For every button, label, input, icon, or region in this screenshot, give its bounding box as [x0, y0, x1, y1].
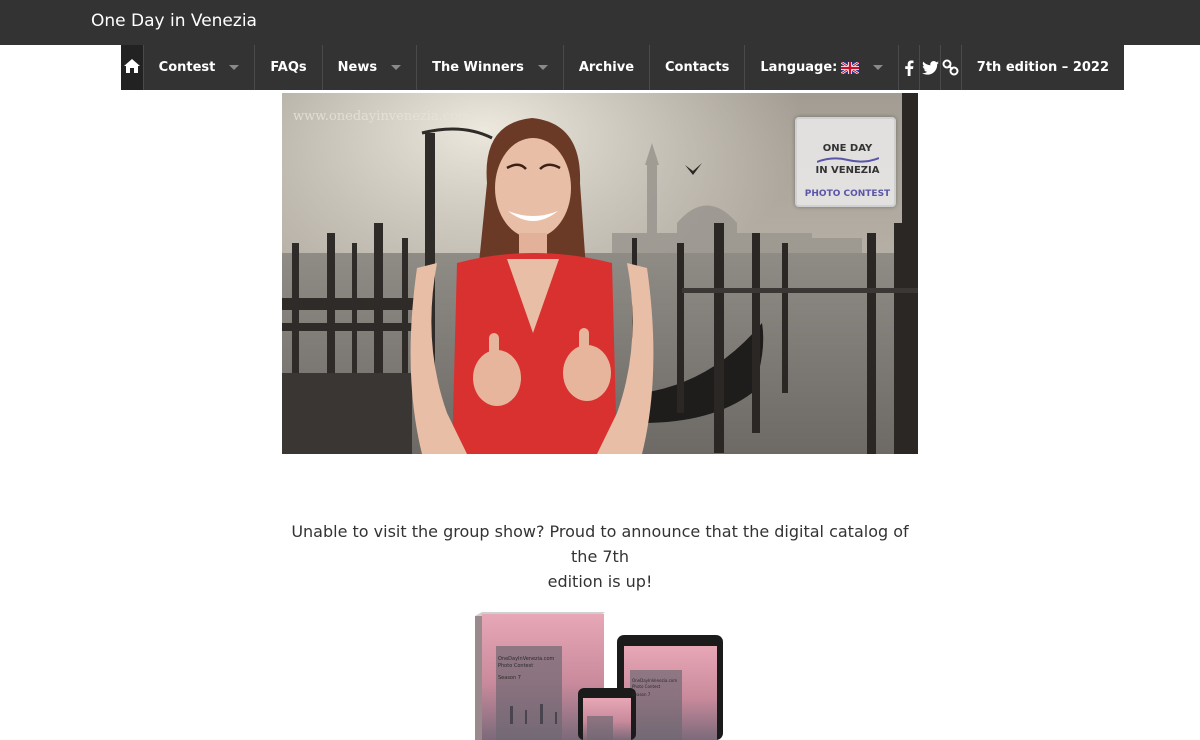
- tablet-title-line-1: OneDayInVenezia.com: [632, 678, 678, 683]
- uk-flag-icon: [840, 60, 861, 75]
- nav-item-news[interactable]: News: [323, 45, 418, 90]
- book-title-line-2: Photo Contest: [498, 663, 534, 669]
- logo-wave-icon: [817, 157, 879, 163]
- nav-item-edition[interactable]: 7th edition – 2022: [962, 45, 1124, 90]
- chevron-down-icon: [537, 65, 548, 70]
- main-navigation: Contest FAQs News The Winners Archive Co…: [121, 45, 1124, 90]
- book-title-line-1: OneDayInVenezia.com: [498, 656, 555, 662]
- announcement-line-1: Unable to visit the group show? Proud to…: [291, 522, 909, 566]
- site-header: One Day in Venezia: [0, 0, 1200, 45]
- nav-item-faqs[interactable]: FAQs: [255, 45, 323, 90]
- twitter-icon: [921, 60, 939, 75]
- logo-line-3: PHOTO CONTEST: [804, 189, 891, 199]
- nav-item-label: Archive: [578, 60, 635, 75]
- nav-item-contacts[interactable]: Contacts: [650, 45, 746, 90]
- book-season-label: Season 7: [498, 675, 521, 681]
- chevron-down-icon: [873, 65, 884, 70]
- nav-item-label: The Winners: [432, 60, 524, 75]
- video-watermark-url: www.onedayinvenezia.com: [293, 109, 471, 124]
- logo-line-1: ONE DAY: [822, 143, 873, 154]
- digital-catalog-image[interactable]: OneDayInVenezia.com Photo Contest Season…: [470, 606, 730, 740]
- home-icon: [123, 58, 140, 77]
- nav-item-label: News: [337, 60, 378, 75]
- nav-item-archive[interactable]: Archive: [564, 45, 651, 90]
- chevron-down-icon: [229, 65, 240, 70]
- nav-twitter-link[interactable]: [920, 45, 941, 90]
- nav-item-contest[interactable]: Contest: [144, 45, 256, 90]
- nav-item-label: FAQs: [270, 60, 307, 75]
- announcement-line-2: edition is up!: [547, 572, 653, 591]
- catalog-devices-illustration: [475, 612, 723, 740]
- chevron-down-icon: [391, 65, 402, 70]
- nav-facebook-link[interactable]: [899, 45, 921, 90]
- catalog-announcement: Unable to visit the group show? Proud to…: [282, 519, 918, 594]
- nav-item-label: 7th edition – 2022: [976, 60, 1110, 75]
- language-label: Language:: [760, 60, 838, 75]
- nav-item-language[interactable]: Language:: [745, 45, 900, 90]
- tablet-title-line-2: Photo Contest: [632, 684, 661, 689]
- tablet-season-label: Season 7: [632, 692, 651, 697]
- site-title-link[interactable]: One Day in Venezia: [91, 11, 257, 31]
- link-icon: [942, 59, 959, 76]
- nav-item-the-winners[interactable]: The Winners: [417, 45, 564, 90]
- promo-video-thumbnail[interactable]: www.onedayinvenezia.com ONE DAY IN VENEZ…: [282, 93, 918, 454]
- contest-logo-badge: ONE DAY IN VENEZIA PHOTO CONTEST: [795, 117, 896, 207]
- nav-item-label: Contest: [158, 60, 216, 75]
- nav-item-label: Contacts: [665, 60, 730, 75]
- logo-line-2: IN VENEZIA: [815, 165, 880, 176]
- facebook-icon: [904, 60, 914, 76]
- nav-link-button[interactable]: [941, 45, 962, 90]
- nav-home-button[interactable]: [121, 45, 144, 90]
